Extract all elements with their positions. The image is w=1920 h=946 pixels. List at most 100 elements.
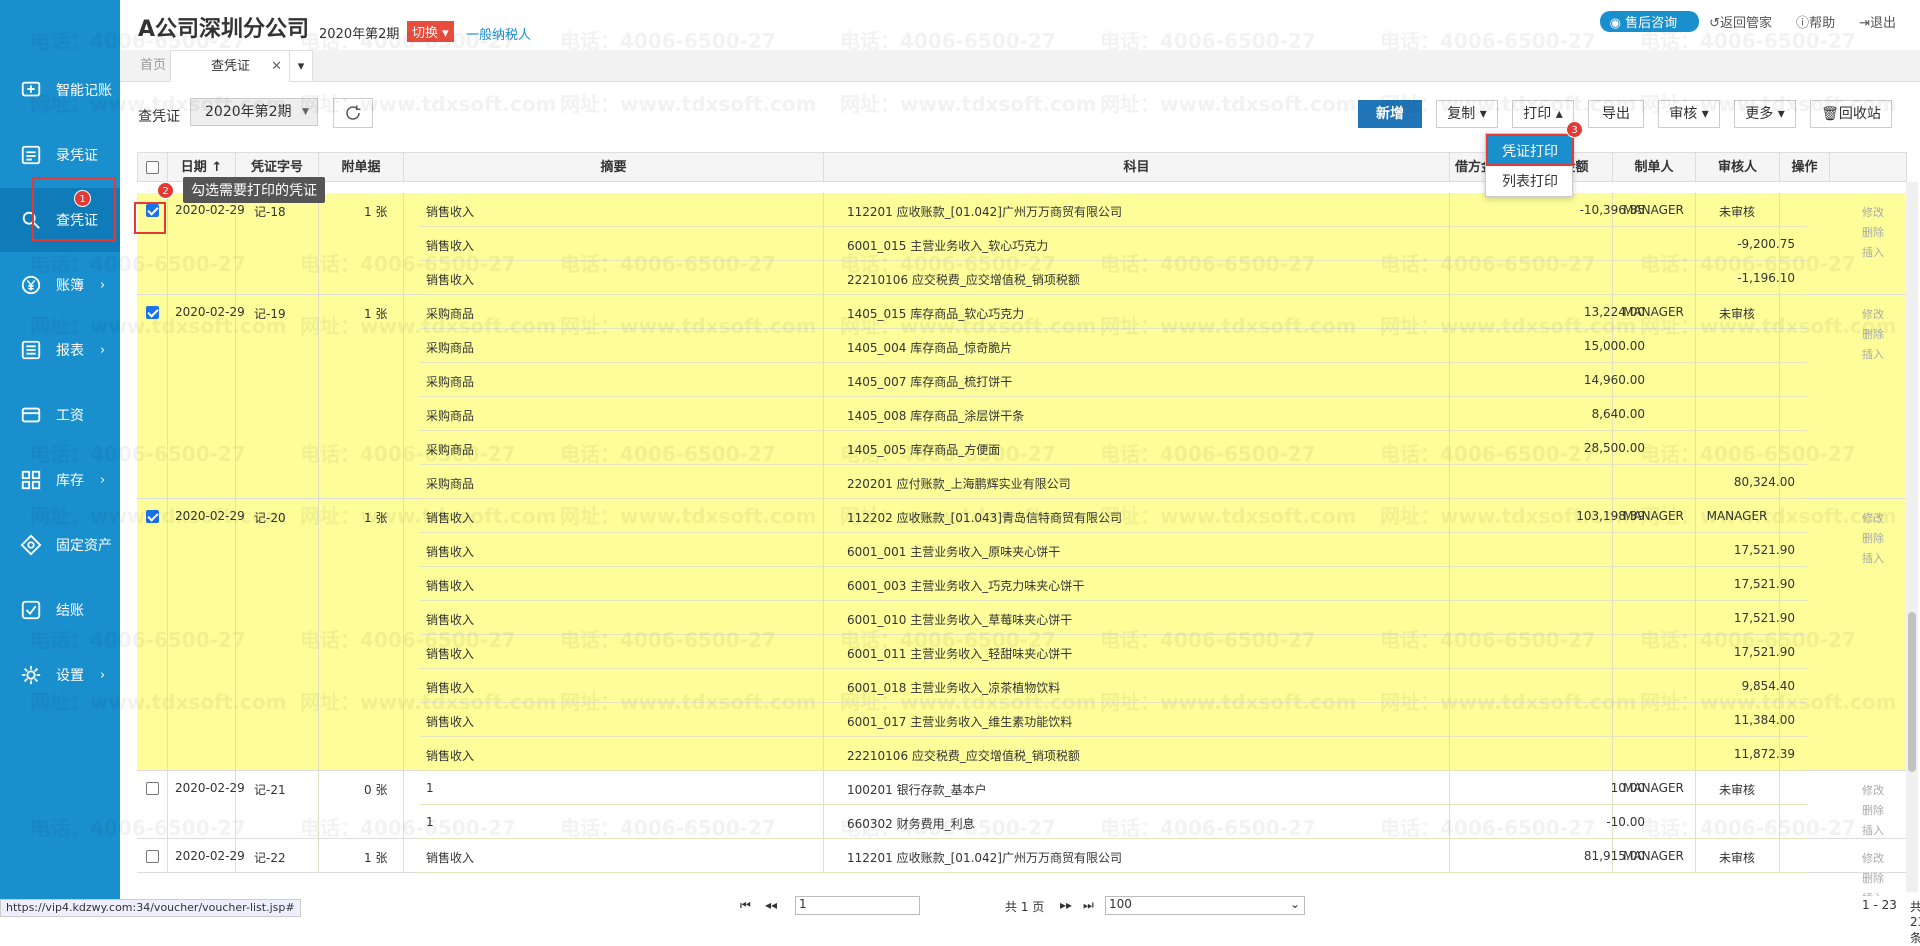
sidebar-item-4[interactable]: 报表 › — [0, 318, 120, 382]
voucher-checkbox[interactable] — [146, 509, 159, 523]
entry-summary: 销售收入 — [426, 579, 475, 593]
entry-summary: 1 — [426, 781, 434, 795]
page-size-select[interactable]: 100 ⌄ — [1105, 896, 1305, 915]
after-sales-button[interactable]: ◉ 售后咨询 — [1599, 11, 1700, 32]
row-checkbox[interactable] — [146, 510, 159, 523]
entry-line: 销售收入 6001_011 主营业务收入_轻甜味夹心饼干 17,521.90 — [420, 635, 1807, 669]
help-link[interactable]: ⓘ帮助 — [1796, 12, 1847, 31]
entry-debit: -10,396.85 — [1579, 203, 1645, 217]
entry-debit: 13,224.00 — [1583, 305, 1645, 319]
delete-link[interactable]: 删除 — [1862, 223, 1884, 243]
entry-account: 220201 应付账款_上海鹏辉实业有限公司 — [847, 477, 1071, 491]
row-actions: 修改删除插入 — [1862, 509, 1884, 569]
sidebar-item-6[interactable]: 库存 › — [0, 448, 120, 512]
sidebar-item-7[interactable]: 固定资产 — [0, 513, 120, 577]
print-button[interactable]: 打印 ▴ — [1512, 100, 1574, 128]
entry-line: 销售收入 6001_017 主营业务收入_维生素功能饮料 11,384.00 — [420, 703, 1807, 737]
export-button[interactable]: 导出 — [1588, 100, 1644, 128]
first-page-button[interactable]: ⏮ — [740, 898, 751, 913]
sidebar-item-5[interactable]: 工资 — [0, 383, 120, 447]
add-voucher-button[interactable]: 新增 — [1358, 100, 1422, 128]
voucher-checkbox[interactable] — [146, 781, 159, 795]
voucher-print-item[interactable]: 凭证打印 — [1486, 134, 1574, 166]
back-to-manager-link[interactable]: ↺返回管家 — [1709, 12, 1784, 31]
chevron-right-icon: › — [100, 342, 106, 358]
toolbar: 查凭证 2020年第2期 ▼ 新增 复制 ▾ 打印 ▴ 导出 审核 ▾ 更多 ▾ … — [120, 98, 1920, 132]
delete-link[interactable]: 删除 — [1862, 869, 1884, 889]
column-divider — [167, 193, 168, 294]
sidebar: 智能记账 录凭证 查凭证 账簿 › 报表 › 工资 库存 › 固定资产 结账 设置 › 1 — [0, 0, 120, 917]
logout-link[interactable]: ⇥退出 — [1859, 12, 1908, 31]
tab-home[interactable]: 首页 — [140, 50, 166, 82]
row-checkbox[interactable] — [146, 850, 159, 863]
entry-summary: 销售收入 — [426, 239, 475, 253]
sidebar-item-3[interactable]: 账簿 › — [0, 253, 120, 317]
sidebar-item-9[interactable]: 设置 › — [0, 643, 120, 707]
copy-button[interactable]: 复制 ▾ — [1436, 100, 1498, 128]
voucher-number: 记-19 — [254, 307, 286, 321]
voucher-number: 记-20 — [254, 511, 286, 525]
voucher-attachments: 1 张 — [364, 851, 388, 865]
more-button[interactable]: 更多 ▾ — [1734, 100, 1796, 128]
voucher-row: 2020-02-29 记-20 1 张 MANAGER MANAGER 修改 删除 插入 销售收… — [137, 499, 1907, 771]
column-divider — [318, 771, 319, 838]
list-print-item[interactable]: 列表打印 — [1486, 167, 1574, 197]
taxpayer-type-link[interactable]: 一般纳税人 — [466, 24, 531, 43]
column-divider — [403, 771, 404, 838]
print-menu: 凭证打印 列表打印 — [1485, 133, 1574, 197]
next-page-button[interactable]: ▸▸ — [1060, 898, 1072, 912]
period-select[interactable]: 2020年第2期 ▼ — [190, 98, 318, 126]
voucher-checkbox[interactable] — [146, 849, 159, 863]
edit-link[interactable]: 修改 — [1862, 781, 1884, 801]
refresh-button[interactable] — [333, 98, 373, 128]
entry-summary: 销售收入 — [426, 613, 475, 627]
edit-link[interactable]: 修改 — [1862, 509, 1884, 529]
last-page-button[interactable]: ⏭ — [1083, 898, 1094, 913]
voucher-date: 2020-02-29 — [175, 203, 245, 217]
entry-line: 销售收入 6001_001 主营业务收入_原味夹心饼干 17,521.90 — [420, 533, 1807, 567]
grid-header: 日期 ↑ 凭证字号 附单据 摘要 科目 借方金额 贷方金额 制单人 审核人 操作 — [137, 152, 1907, 182]
delete-link[interactable]: 删除 — [1862, 529, 1884, 549]
entry-debit: 8,640.00 — [1591, 407, 1645, 421]
column-divider — [167, 771, 168, 838]
tab-voucher-query[interactable]: 查凭证 ✕ — [170, 50, 291, 82]
edit-link[interactable]: 修改 — [1862, 203, 1884, 223]
edit-link[interactable]: 修改 — [1862, 305, 1884, 325]
row-checkbox[interactable] — [146, 782, 159, 795]
column-divider — [235, 499, 236, 770]
entry-credit: 11,872.39 — [1733, 747, 1795, 761]
insert-link[interactable]: 插入 — [1862, 345, 1884, 365]
sidebar-item-0[interactable]: 智能记账 — [0, 58, 120, 122]
entry-account: 6001_010 主营业务收入_草莓味夹心饼干 — [847, 613, 1073, 627]
header: A公司深圳分公司 2020年第2期 切换 ▾ 一般纳税人 ◉ 售后咨询 ↺返回管… — [120, 0, 1920, 50]
sidebar-item-8[interactable]: 结账 — [0, 578, 120, 642]
voucher-checkbox[interactable] — [146, 305, 159, 319]
switch-period-button[interactable]: 切换 ▾ — [407, 21, 454, 42]
entry-credit: -9,200.75 — [1737, 237, 1795, 251]
insert-link[interactable]: 插入 — [1862, 243, 1884, 263]
tab-dropdown-button[interactable]: ▾ — [289, 50, 313, 82]
col-attachments: 附单据 — [319, 153, 404, 182]
col-ops: 操作 — [1780, 153, 1830, 182]
recycle-bin-button[interactable]: 🗑回收站 — [1810, 100, 1892, 128]
prev-page-button[interactable]: ◂◂ — [765, 898, 777, 912]
delete-link[interactable]: 删除 — [1862, 801, 1884, 821]
select-all-checkbox[interactable] — [146, 161, 159, 174]
salary-icon — [21, 407, 41, 423]
entry-account: 6001_003 主营业务收入_巧克力味夹心饼干 — [847, 579, 1085, 593]
delete-link[interactable]: 删除 — [1862, 325, 1884, 345]
voucher-row: 2020-02-29记-221 张MANAGER未审核修改删除插入销售收入112… — [137, 839, 1907, 905]
page-input[interactable]: 1 — [795, 896, 920, 915]
col-summary: 摘要 — [404, 153, 824, 182]
entry-account: 22210106 应交税费_应交增值税_销项税额 — [847, 273, 1080, 287]
close-icon[interactable]: ✕ — [271, 51, 282, 83]
column-divider — [403, 193, 404, 294]
row-checkbox[interactable] — [146, 306, 159, 319]
edit-link[interactable]: 修改 — [1862, 849, 1884, 869]
insert-link[interactable]: 插入 — [1862, 821, 1884, 841]
scrollbar-thumb[interactable] — [1908, 612, 1916, 772]
entry-line: 采购商品 1405_008 库存商品_涂层饼干条 8,640.00 — [420, 397, 1807, 431]
audit-button[interactable]: 审核 ▾ — [1658, 100, 1720, 128]
vertical-scrollbar[interactable] — [1906, 182, 1918, 892]
insert-link[interactable]: 插入 — [1862, 549, 1884, 569]
